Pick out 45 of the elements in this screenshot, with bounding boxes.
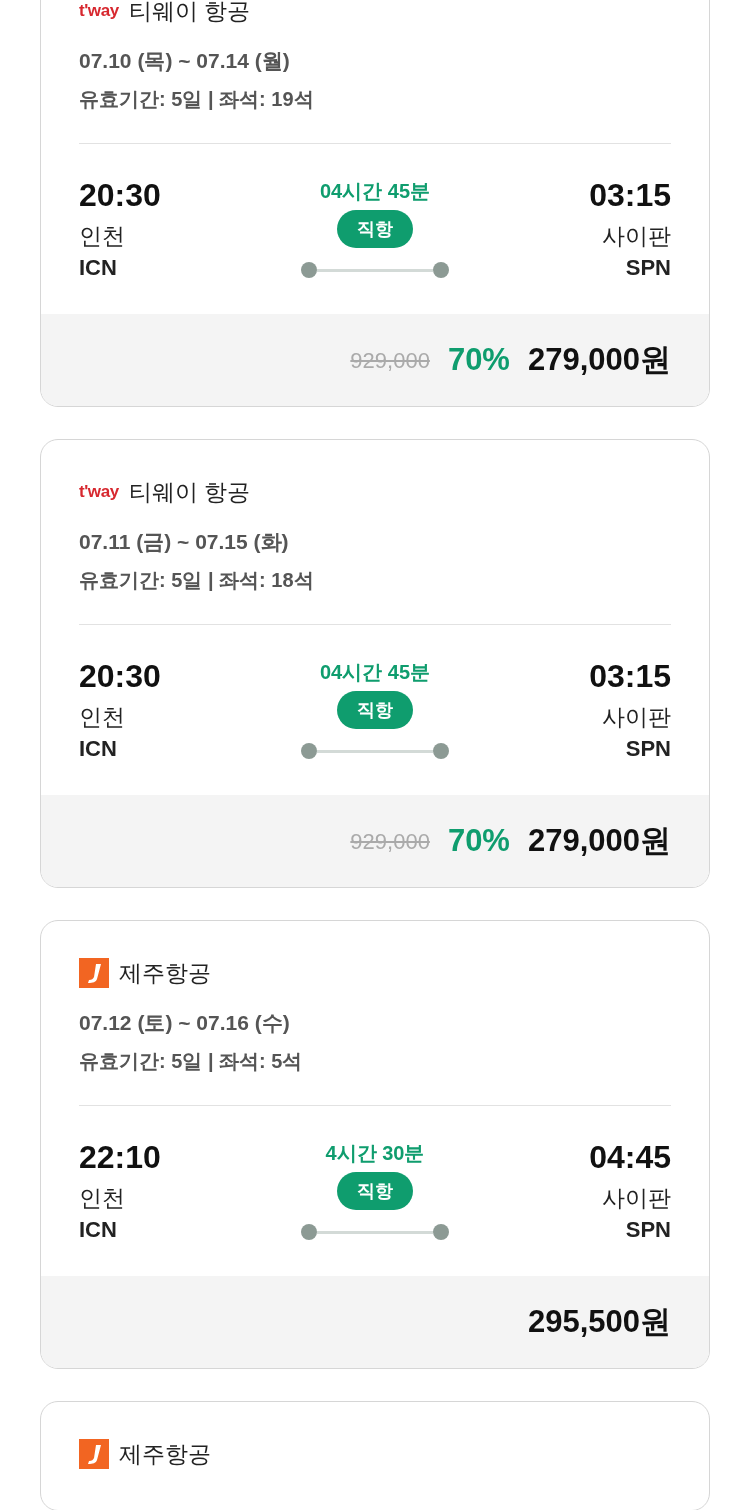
airport-code: ICN [79, 1216, 117, 1244]
departure-time: 22:10 [79, 1138, 161, 1176]
arrival-time: 04:45 [589, 1138, 671, 1176]
direct-flight-badge: 직항 [337, 210, 413, 248]
airport-code: SPN [625, 735, 671, 763]
departure-time: 20:30 [79, 657, 161, 695]
original-price: 929,000 [350, 827, 430, 856]
airline-logo: t'way [79, 0, 119, 23]
arrival-time: 03:15 [589, 176, 671, 214]
airport-code: SPN [625, 1216, 671, 1244]
discount-rate: 70% [447, 340, 510, 379]
airport-code: ICN [79, 254, 117, 282]
city-name: 인천 [79, 703, 125, 732]
travel-dates: 07.11 (금) ~ 07.15 (화) [79, 529, 290, 555]
travel-dates: 07.10 (목) ~ 07.14 (월) [79, 48, 291, 74]
travel-dates: 07.12 (토) ~ 07.16 (수) [79, 1010, 291, 1036]
flight-duration: 04시간 45분 [319, 179, 431, 204]
sale-price: 279,000원 [527, 821, 671, 860]
validity-seats: 유효기간: 5일 | 좌석: 18석 [79, 564, 671, 596]
direct-flight-badge: 직항 [337, 691, 413, 729]
sale-price: 295,500원 [527, 1302, 671, 1341]
direct-flight-badge: 직항 [337, 1172, 413, 1210]
discount-rate: 70% [447, 821, 510, 860]
airport-code: SPN [625, 254, 671, 282]
city-name: 인천 [79, 1184, 125, 1213]
original-price: 929,000 [350, 346, 430, 375]
airline-name: 티웨이 항공 [129, 0, 251, 26]
city-name: 인천 [79, 222, 125, 251]
airport-code: ICN [79, 735, 117, 763]
arrival-time: 03:15 [589, 657, 671, 695]
airline-name: 제주항공 [119, 1439, 211, 1469]
city-name: 사이판 [602, 1184, 671, 1213]
departure-time: 20:30 [79, 176, 161, 214]
airline-logo: t'way [79, 481, 119, 504]
validity-seats: 유효기간: 5일 | 좌석: 19석 [79, 83, 671, 115]
city-name: 사이판 [602, 222, 671, 251]
flight-duration: 04시간 45분 [319, 660, 431, 685]
city-name: 사이판 [602, 703, 671, 732]
flight-duration: 4시간 30분 [325, 1141, 425, 1166]
airline-logo-icon [79, 958, 109, 988]
sale-price: 279,000원 [527, 340, 671, 379]
airline-name: 제주항공 [119, 958, 211, 988]
airline-name: 티웨이 항공 [129, 477, 251, 507]
validity-seats: 유효기간: 5일 | 좌석: 5석 [79, 1045, 671, 1077]
airline-logo-icon [79, 1439, 109, 1469]
